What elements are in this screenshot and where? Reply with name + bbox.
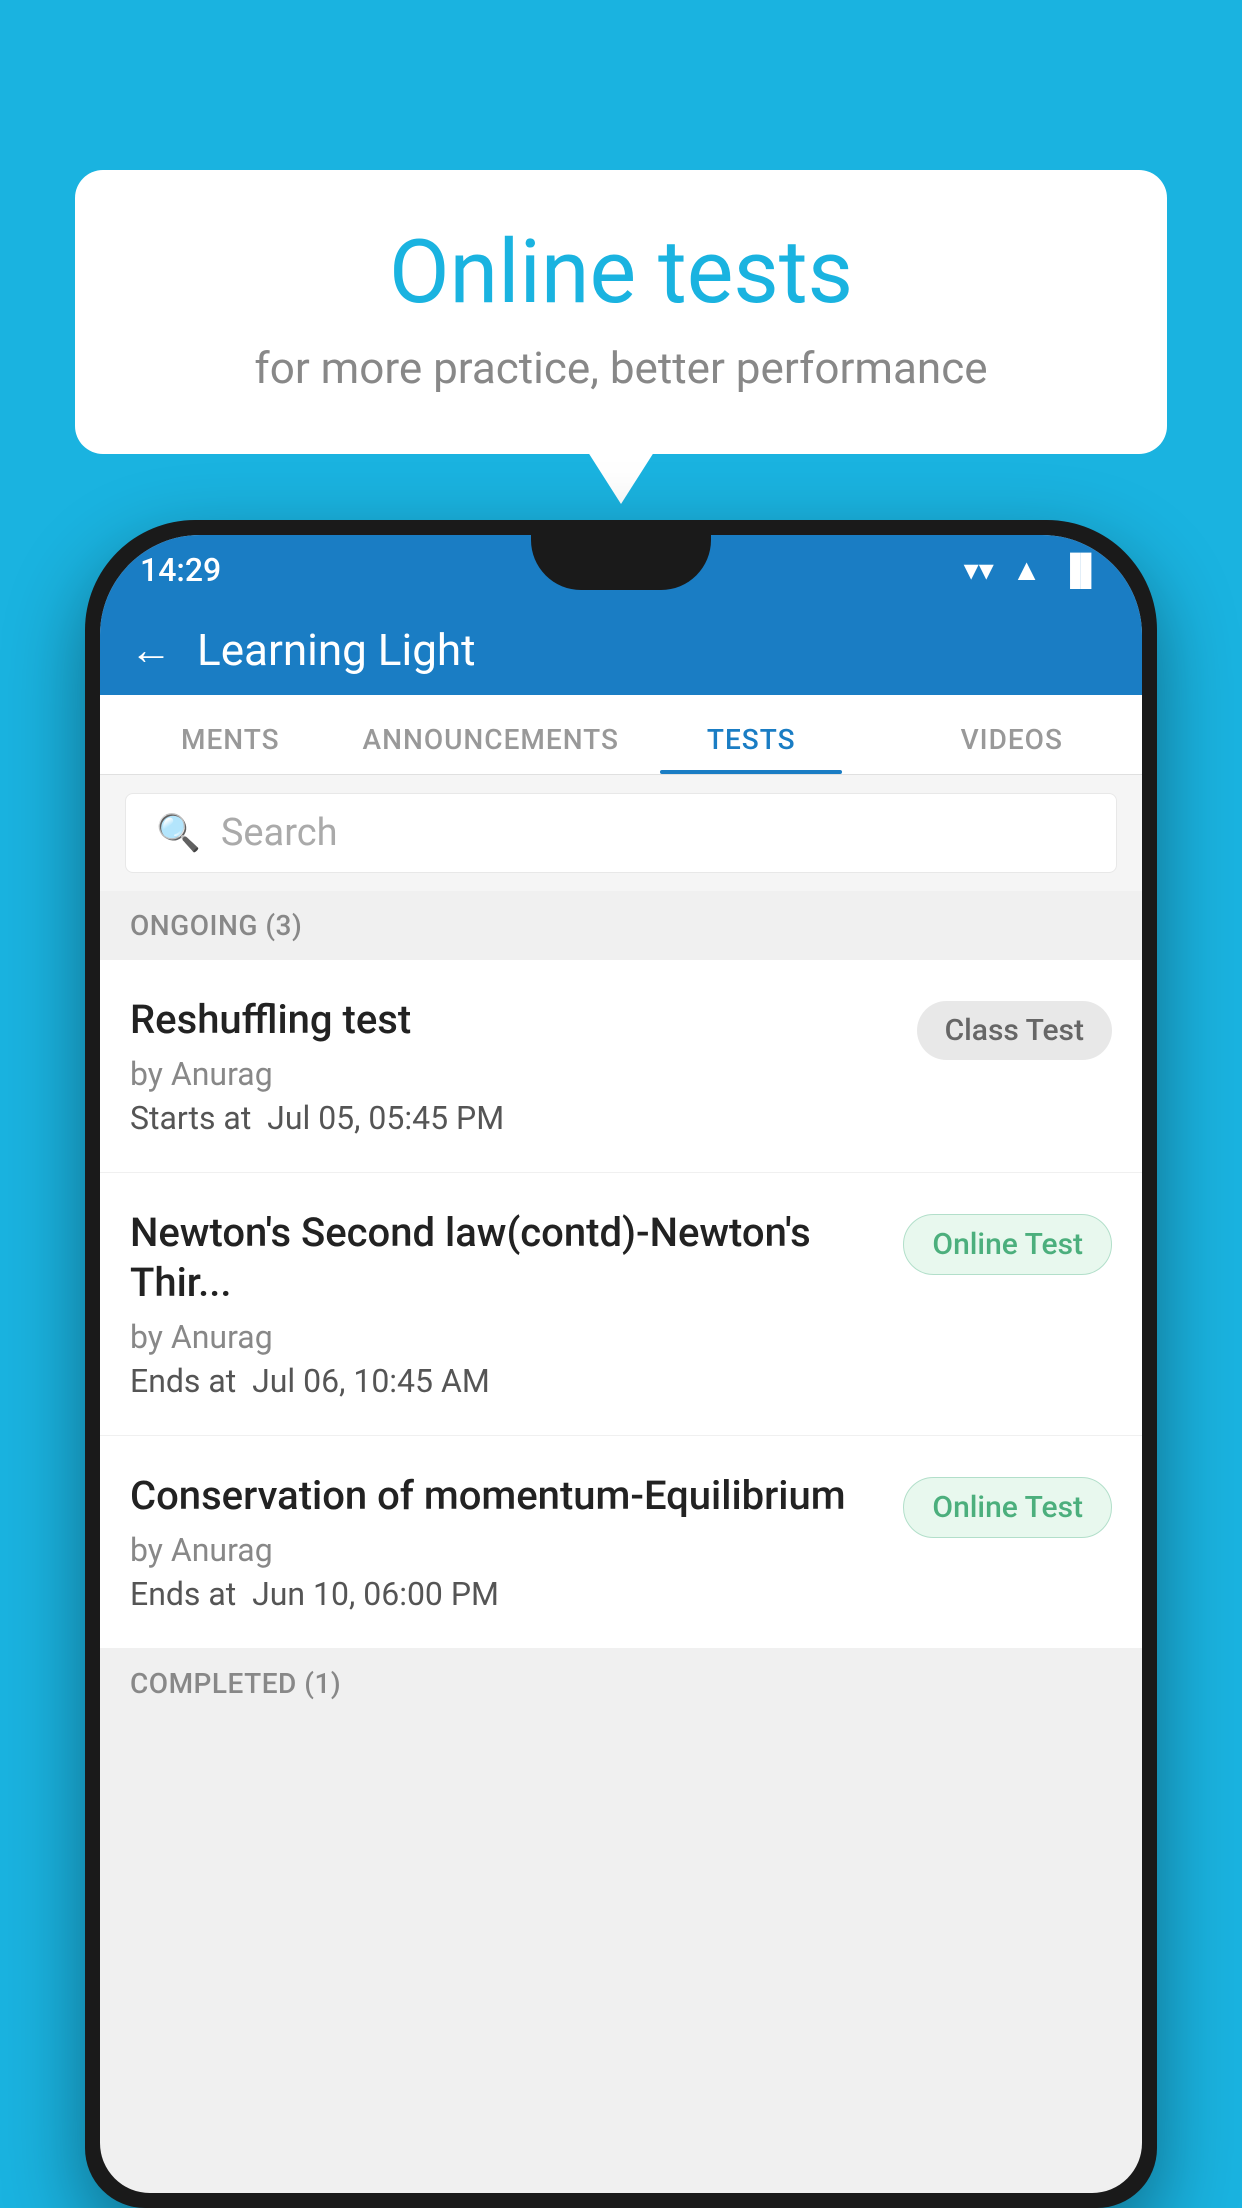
section-completed-header: COMPLETED (1) [100, 1649, 1142, 1718]
tab-tests[interactable]: TESTS [621, 723, 882, 774]
test-list: Reshuffling test by Anurag Starts at Jul… [100, 960, 1142, 1649]
test-name: Reshuffling test [130, 995, 897, 1045]
test-by: by Anurag [130, 1531, 883, 1569]
phone-screen: 14:29 ▾▾ ▲ ▐▌ ← Learning Light MENTS ANN… [100, 535, 1142, 2193]
tab-announcements[interactable]: ANNOUNCEMENTS [361, 723, 622, 774]
test-item[interactable]: Reshuffling test by Anurag Starts at Jul… [100, 960, 1142, 1173]
test-name: Conservation of momentum-Equilibrium [130, 1471, 883, 1521]
tab-ments[interactable]: MENTS [100, 723, 361, 774]
bubble-subtitle: for more practice, better performance [135, 342, 1107, 394]
app-title: Learning Light [197, 624, 476, 676]
search-container: 🔍 Search [100, 775, 1142, 891]
search-icon: 🔍 [156, 812, 201, 854]
test-by: by Anurag [130, 1055, 897, 1093]
search-placeholder: Search [221, 811, 338, 855]
test-item[interactable]: Newton's Second law(contd)-Newton's Thir… [100, 1173, 1142, 1436]
tab-bar: MENTS ANNOUNCEMENTS TESTS VIDEOS [100, 695, 1142, 775]
wifi-icon: ▾▾ [964, 553, 994, 588]
search-bar[interactable]: 🔍 Search [125, 793, 1117, 873]
status-icons: ▾▾ ▲ ▐▌ [964, 553, 1102, 588]
test-info: Reshuffling test by Anurag Starts at Jul… [130, 995, 897, 1137]
test-item[interactable]: Conservation of momentum-Equilibrium by … [100, 1436, 1142, 1649]
test-info: Conservation of momentum-Equilibrium by … [130, 1471, 883, 1613]
status-time: 14:29 [140, 551, 221, 589]
battery-icon: ▐▌ [1059, 553, 1102, 588]
back-button[interactable]: ← [130, 626, 172, 675]
test-time: Ends at Jul 06, 10:45 AM [130, 1362, 883, 1400]
section-ongoing-header: ONGOING (3) [100, 891, 1142, 960]
test-by: by Anurag [130, 1318, 883, 1356]
badge-class-test: Class Test [917, 1001, 1112, 1060]
speech-bubble: Online tests for more practice, better p… [75, 170, 1167, 454]
test-name: Newton's Second law(contd)-Newton's Thir… [130, 1208, 883, 1308]
badge-online-test-2: Online Test [903, 1477, 1112, 1538]
tab-videos[interactable]: VIDEOS [882, 723, 1143, 774]
signal-icon: ▲ [1012, 553, 1042, 588]
phone-frame: 14:29 ▾▾ ▲ ▐▌ ← Learning Light MENTS ANN… [85, 520, 1157, 2208]
bubble-title: Online tests [135, 225, 1107, 322]
badge-online-test: Online Test [903, 1214, 1112, 1275]
test-time: Ends at Jun 10, 06:00 PM [130, 1575, 883, 1613]
app-header: ← Learning Light [100, 605, 1142, 695]
test-info: Newton's Second law(contd)-Newton's Thir… [130, 1208, 883, 1400]
test-time: Starts at Jul 05, 05:45 PM [130, 1099, 897, 1137]
phone-notch [531, 535, 711, 590]
